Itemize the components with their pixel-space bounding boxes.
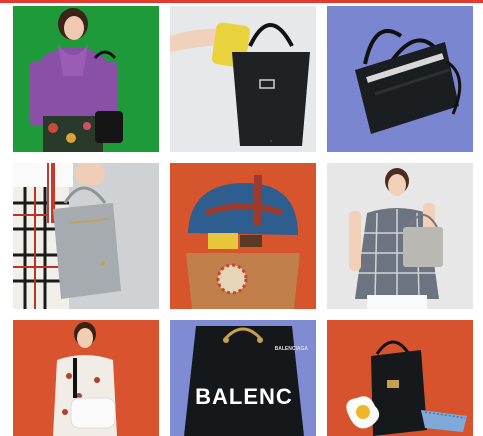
photo-woman-silver-tote — [327, 163, 473, 309]
tile-saddle-bag-orange[interactable] — [170, 163, 316, 309]
photo-saddle-bag — [170, 163, 316, 309]
tile-balenciaga-bag[interactable]: BALENCIAGA BALENC — [170, 320, 316, 436]
tile-white-crossbody[interactable] — [13, 320, 159, 436]
image-grid: • BALENCIAGA BALENC — [0, 0, 483, 436]
photo-black-bag-egg — [327, 320, 473, 436]
balenciaga-small-text: BALENCIAGA — [275, 346, 309, 352]
photo-woman-white-bag — [13, 320, 159, 436]
tile-silver-tote[interactable] — [327, 163, 473, 309]
tile-black-bag-egg-charm[interactable] — [327, 320, 473, 436]
tile-gray-handbag-plaid[interactable] — [13, 163, 159, 309]
tile-black-tote[interactable]: • — [170, 6, 316, 152]
photo-balenciaga-bag: BALENCIAGA BALENC — [170, 320, 316, 436]
photo-gray-handbag — [13, 163, 159, 309]
balenciaga-logo-text: BALENC — [195, 384, 293, 409]
photo-black-tote-yellow: • — [170, 6, 316, 152]
photo-woman-purple-blouse — [13, 6, 159, 152]
photo-black-handbag — [327, 6, 473, 152]
tile-black-handbag-purple[interactable] — [327, 6, 473, 152]
tile-purple-blouse[interactable] — [13, 6, 159, 152]
